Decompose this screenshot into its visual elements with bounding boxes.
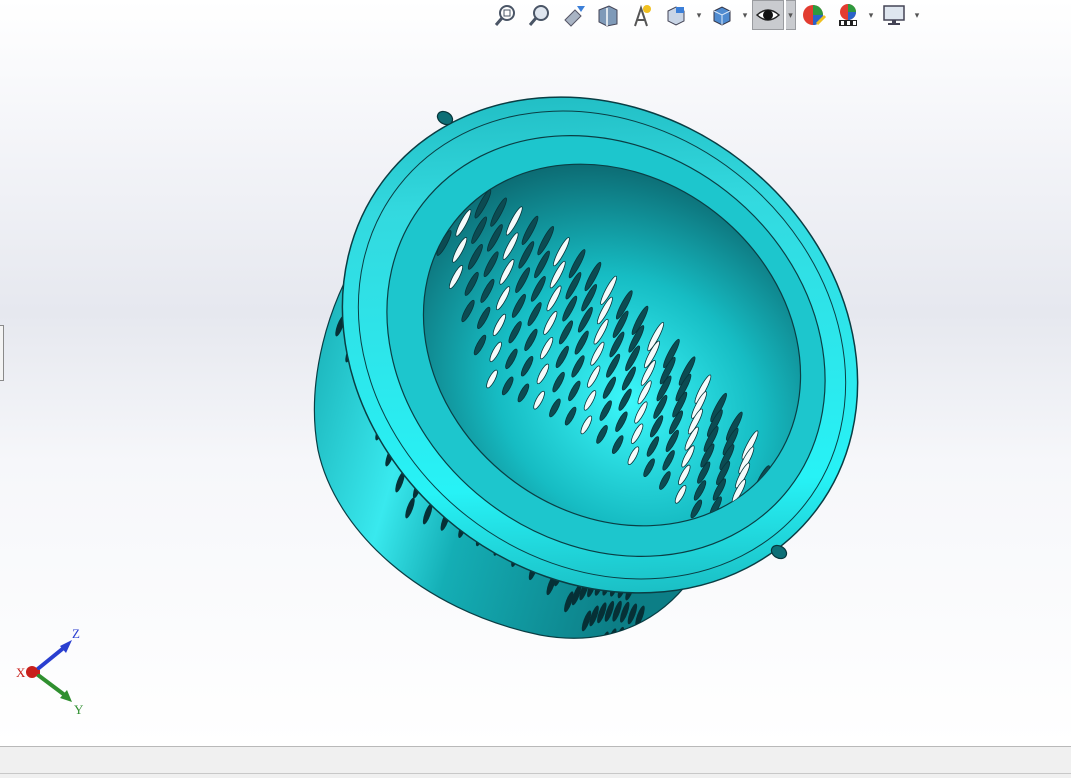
previous-view-icon[interactable] xyxy=(558,0,590,30)
zoom-to-fit-icon[interactable] xyxy=(490,0,522,30)
apply-scene-dropdown[interactable]: ▾ xyxy=(866,0,876,30)
dynamic-annotation-views-icon[interactable] xyxy=(626,0,658,30)
hide-show-items-icon[interactable] xyxy=(752,0,784,30)
basket-model[interactable] xyxy=(0,0,1071,746)
status-bar xyxy=(0,746,1071,778)
heads-up-view-toolbar: ▾ ▾ ▾ ▾ ▾ xyxy=(490,0,922,30)
section-view-icon[interactable] xyxy=(592,0,624,30)
view-orientation-dropdown[interactable]: ▾ xyxy=(694,0,704,30)
view-settings-dropdown[interactable]: ▾ xyxy=(912,0,922,30)
edit-appearance-icon[interactable] xyxy=(798,0,830,30)
hide-show-items-dropdown[interactable]: ▾ xyxy=(786,0,796,30)
x-axis-label: X xyxy=(16,665,26,680)
status-divider xyxy=(0,773,1071,774)
display-style-icon[interactable] xyxy=(706,0,738,30)
y-axis-label: Y xyxy=(74,702,84,717)
z-axis-label: Z xyxy=(72,626,80,641)
zoom-to-area-icon[interactable] xyxy=(524,0,556,30)
apply-scene-icon[interactable] xyxy=(832,0,864,30)
display-style-dropdown[interactable]: ▾ xyxy=(740,0,750,30)
view-settings-icon[interactable] xyxy=(878,0,910,30)
view-orientation-icon[interactable] xyxy=(660,0,692,30)
y-axis xyxy=(32,670,68,698)
z-axis xyxy=(32,644,68,674)
collapsed-panel-tab[interactable] xyxy=(0,325,4,381)
graphics-area[interactable]: ▾ ▾ ▾ ▾ ▾ Z Y X xyxy=(0,0,1071,746)
reference-triad: Z Y X xyxy=(16,626,84,717)
